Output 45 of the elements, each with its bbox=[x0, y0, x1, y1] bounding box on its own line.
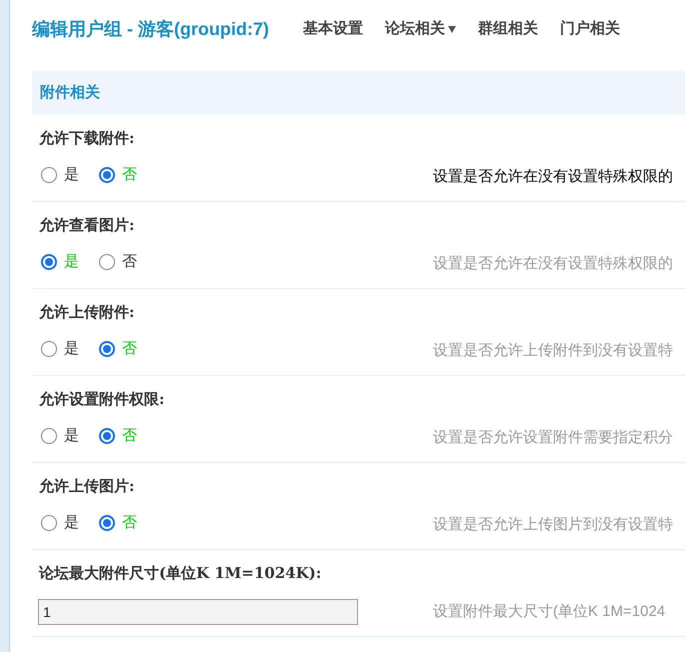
radio-option[interactable]: 是 bbox=[41, 425, 79, 448]
option-label: 是 bbox=[64, 339, 79, 359]
radio-button[interactable] bbox=[99, 167, 115, 184]
nav-tab[interactable]: 群组相关 bbox=[478, 18, 538, 40]
setting-label: 允许上传图片: bbox=[39, 476, 135, 497]
setting-description: 设置是否允许上传附件到没有设置特 bbox=[433, 341, 673, 361]
radio-button[interactable] bbox=[41, 254, 57, 270]
page-title: 编辑用户组 - 游客(groupid:7) bbox=[32, 18, 269, 41]
option-label: 否 bbox=[122, 252, 137, 272]
input-field[interactable]: 1 bbox=[38, 599, 358, 625]
option-label: 否 bbox=[122, 165, 137, 185]
radio-button[interactable] bbox=[41, 428, 57, 444]
setting-description: 设置是否允许设置附件需要指定积分 bbox=[433, 428, 673, 448]
option-label: 是 bbox=[64, 252, 79, 272]
nav-tab[interactable]: 论坛相关 bbox=[384, 18, 456, 40]
setting-label: 允许下载附件: bbox=[39, 128, 135, 149]
radio-option[interactable]: 是 bbox=[41, 338, 79, 360]
option-label: 否 bbox=[122, 513, 137, 533]
setting-label: 允许设置附件权限: bbox=[39, 389, 165, 410]
option-label: 否 bbox=[122, 426, 137, 446]
radio-button[interactable] bbox=[99, 428, 115, 444]
setting-label: 允许上传附件: bbox=[39, 302, 135, 323]
caret-icon bbox=[448, 26, 456, 32]
radio-option[interactable]: 否 bbox=[99, 251, 137, 274]
radio-option[interactable]: 是 bbox=[41, 512, 79, 534]
option-label: 否 bbox=[122, 339, 137, 359]
setting-description: 设置是否允许在没有设置特殊权限的 bbox=[433, 167, 673, 187]
setting-description: 设置是否允许在没有设置特殊权限的 bbox=[433, 254, 673, 274]
setting-description: 设置是否允许上传图片到没有设置特 bbox=[433, 515, 673, 535]
setting-label: 允许查看图片: bbox=[39, 215, 135, 236]
nav-tab[interactable]: 门户相关 bbox=[560, 18, 620, 40]
setting-label: 论坛最大附件尺寸(单位K 1M=1024K): bbox=[39, 563, 322, 584]
radio-button[interactable] bbox=[41, 341, 57, 358]
option-label: 是 bbox=[64, 426, 79, 446]
radio-button[interactable] bbox=[41, 515, 57, 532]
section-header: 附件相关 bbox=[32, 71, 685, 115]
radio-button[interactable] bbox=[99, 254, 115, 270]
radio-button[interactable] bbox=[99, 341, 115, 358]
option-label: 是 bbox=[64, 513, 79, 533]
option-label: 是 bbox=[64, 165, 79, 185]
nav-tab[interactable]: 基本设置 bbox=[302, 18, 363, 40]
setting-description: 设置附件最大尺寸(单位K 1M=1024 bbox=[433, 602, 666, 622]
radio-button[interactable] bbox=[41, 167, 57, 184]
radio-option[interactable]: 是 bbox=[41, 164, 79, 186]
radio-button[interactable] bbox=[99, 515, 115, 532]
